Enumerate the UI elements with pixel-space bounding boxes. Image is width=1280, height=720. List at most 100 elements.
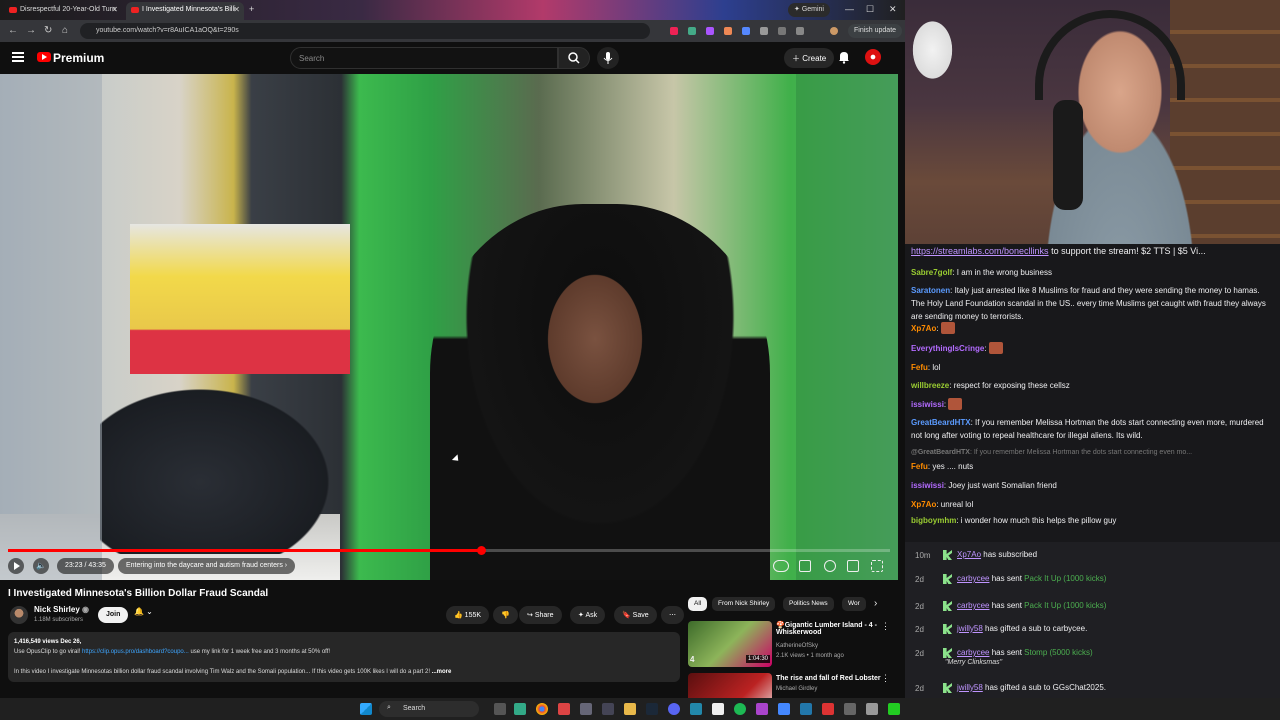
extension-icon[interactable] — [706, 27, 714, 35]
chat-username[interactable]: bigboymhm — [911, 516, 956, 525]
app-icon[interactable] — [888, 703, 900, 715]
finish-update-button[interactable]: Finish update — [848, 24, 903, 38]
voice-search-button[interactable] — [597, 47, 619, 69]
video-thumbnail[interactable] — [688, 673, 772, 698]
video-player[interactable]: 🔈 23:23 / 43:35 Entering into the daycar… — [0, 74, 898, 580]
event-username[interactable]: carbycee — [957, 574, 989, 583]
spotify-icon[interactable] — [734, 703, 746, 715]
extension-icon[interactable] — [688, 27, 696, 35]
account-avatar[interactable] — [865, 49, 881, 65]
event-username[interactable]: Xp7Ao — [957, 550, 981, 559]
chapter-button[interactable]: Entering into the daycare and autism fra… — [118, 558, 296, 574]
edge-icon[interactable] — [514, 703, 526, 715]
dislike-button[interactable]: 👎 — [493, 606, 518, 624]
chat-username[interactable]: issiwissi — [911, 400, 944, 409]
chat-username[interactable]: willbreeze — [911, 381, 949, 390]
chip-from-channel[interactable]: From Nick Shirley — [712, 597, 776, 611]
chip-all[interactable]: All — [688, 597, 708, 611]
maximize-icon[interactable]: ☐ — [866, 4, 874, 15]
event-username[interactable]: jwilly58 — [957, 624, 983, 633]
download-icon[interactable] — [796, 27, 804, 35]
search-input[interactable]: Search — [290, 47, 558, 69]
extension-icon[interactable] — [724, 27, 732, 35]
new-tab-icon[interactable]: + — [249, 4, 254, 14]
chip-politics-news[interactable]: Politics News — [783, 597, 834, 611]
share-button[interactable]: ↪ Share — [519, 606, 562, 624]
fullscreen-icon[interactable] — [871, 560, 883, 572]
task-view-icon[interactable] — [494, 703, 506, 715]
app-icon[interactable] — [602, 703, 614, 715]
app-icon[interactable] — [690, 703, 702, 715]
subscribed-bell-icon[interactable]: 🔔 ⌄ — [134, 607, 153, 616]
chat-username[interactable]: GreatBeardHTX — [911, 418, 971, 427]
more-actions-icon[interactable]: ⋯ — [661, 606, 684, 624]
autoplay-toggle[interactable] — [773, 560, 789, 572]
progress-scrubber[interactable] — [476, 546, 486, 555]
home-icon[interactable]: ⌂ — [62, 25, 68, 36]
chrome-icon[interactable] — [536, 703, 548, 715]
channel-name[interactable]: Nick Shirley ◉ — [34, 605, 89, 614]
chat-username[interactable]: Fefu — [911, 462, 928, 471]
subtitles-icon[interactable] — [799, 560, 811, 572]
close-tab-icon[interactable]: ✕ — [111, 5, 118, 14]
recommended-video[interactable]: 4 1:04:30 🍄Gigantic Lumber Island - 4 - … — [688, 621, 890, 671]
like-button[interactable]: 👍 155K — [446, 606, 490, 624]
event-username[interactable]: carbycee — [957, 648, 989, 657]
rec-menu-icon[interactable]: ⋮ — [881, 673, 888, 684]
volume-icon[interactable]: 🔈 — [33, 558, 49, 574]
youtube-logo-icon[interactable] — [37, 52, 51, 62]
steam-icon[interactable] — [646, 703, 658, 715]
gemini-button[interactable]: ✦ Gemini — [788, 3, 830, 17]
chat-username[interactable]: Fefu — [911, 363, 928, 372]
play-button[interactable] — [8, 558, 24, 574]
back-icon[interactable]: ← — [8, 25, 18, 36]
menu-icon[interactable] — [12, 52, 24, 62]
forward-icon[interactable]: → — [26, 25, 36, 36]
discord-icon[interactable] — [668, 703, 680, 715]
app-icon[interactable] — [844, 703, 856, 715]
rec-menu-icon[interactable]: ⋮ — [881, 621, 890, 632]
chat-username[interactable]: issiwissi — [911, 481, 944, 490]
app-icon[interactable] — [712, 703, 724, 715]
settings-gear-icon[interactable] — [824, 560, 836, 572]
minimize-icon[interactable]: — — [845, 4, 854, 14]
join-button[interactable]: Join — [98, 607, 129, 623]
app-icon[interactable] — [800, 703, 812, 715]
opusclip-link[interactable]: https://clip.opus.pro/dashboard?coupo... — [82, 649, 189, 655]
chat-username[interactable]: EverythingIsCringe — [911, 344, 984, 353]
sidebar-icon[interactable] — [778, 27, 786, 35]
extension-icon[interactable] — [742, 27, 750, 35]
taskbar-search[interactable]: ⌕ Search — [379, 701, 479, 717]
close-tab-icon[interactable]: ✕ — [233, 5, 240, 14]
windows-start-icon[interactable] — [360, 703, 372, 715]
description-box[interactable]: 1,416,549 views Dec 26, Use OpusClip to … — [8, 632, 680, 682]
chat-username[interactable]: Xp7Ao — [911, 500, 936, 509]
chevron-right-icon[interactable]: › — [874, 598, 877, 609]
app-icon[interactable] — [756, 703, 768, 715]
extensions-puzzle-icon[interactable] — [760, 27, 768, 35]
youtube-premium-brand[interactable]: Premium — [53, 51, 104, 65]
app-icon[interactable] — [580, 703, 592, 715]
app-icon[interactable] — [778, 703, 790, 715]
notifications-bell-icon[interactable] — [838, 50, 850, 64]
ask-button[interactable]: ✦ Ask — [570, 606, 606, 624]
app-icon[interactable] — [558, 703, 570, 715]
search-button[interactable] — [558, 47, 590, 69]
create-button[interactable]: ＋ Create — [784, 48, 835, 68]
recommended-video[interactable]: The rise and fall of Red Lobster Michael… — [688, 673, 888, 698]
save-button[interactable]: 🔖 Save — [614, 606, 657, 624]
video-progress-bar[interactable] — [8, 546, 890, 555]
theater-mode-icon[interactable] — [847, 560, 859, 572]
chat-username[interactable]: Saratonen — [911, 286, 950, 295]
tab-minnesota[interactable]: I Investigated Minnesota's Billi ✕ — [126, 2, 244, 20]
chat-username[interactable]: Sabre7golf — [911, 268, 952, 277]
profile-avatar-icon[interactable] — [830, 27, 838, 35]
file-explorer-icon[interactable] — [624, 703, 636, 715]
chat-username[interactable]: @GreatBeardHTX — [911, 449, 970, 456]
chip-more[interactable]: Wor — [842, 597, 866, 611]
channel-avatar[interactable] — [10, 606, 28, 624]
maps-pin-icon[interactable] — [822, 703, 834, 715]
extension-icon[interactable] — [670, 27, 678, 35]
event-username[interactable]: carbycee — [957, 601, 989, 610]
tab-disrespectful[interactable]: Disrespectful 20-Year-Old Turn ✕ — [4, 2, 122, 20]
